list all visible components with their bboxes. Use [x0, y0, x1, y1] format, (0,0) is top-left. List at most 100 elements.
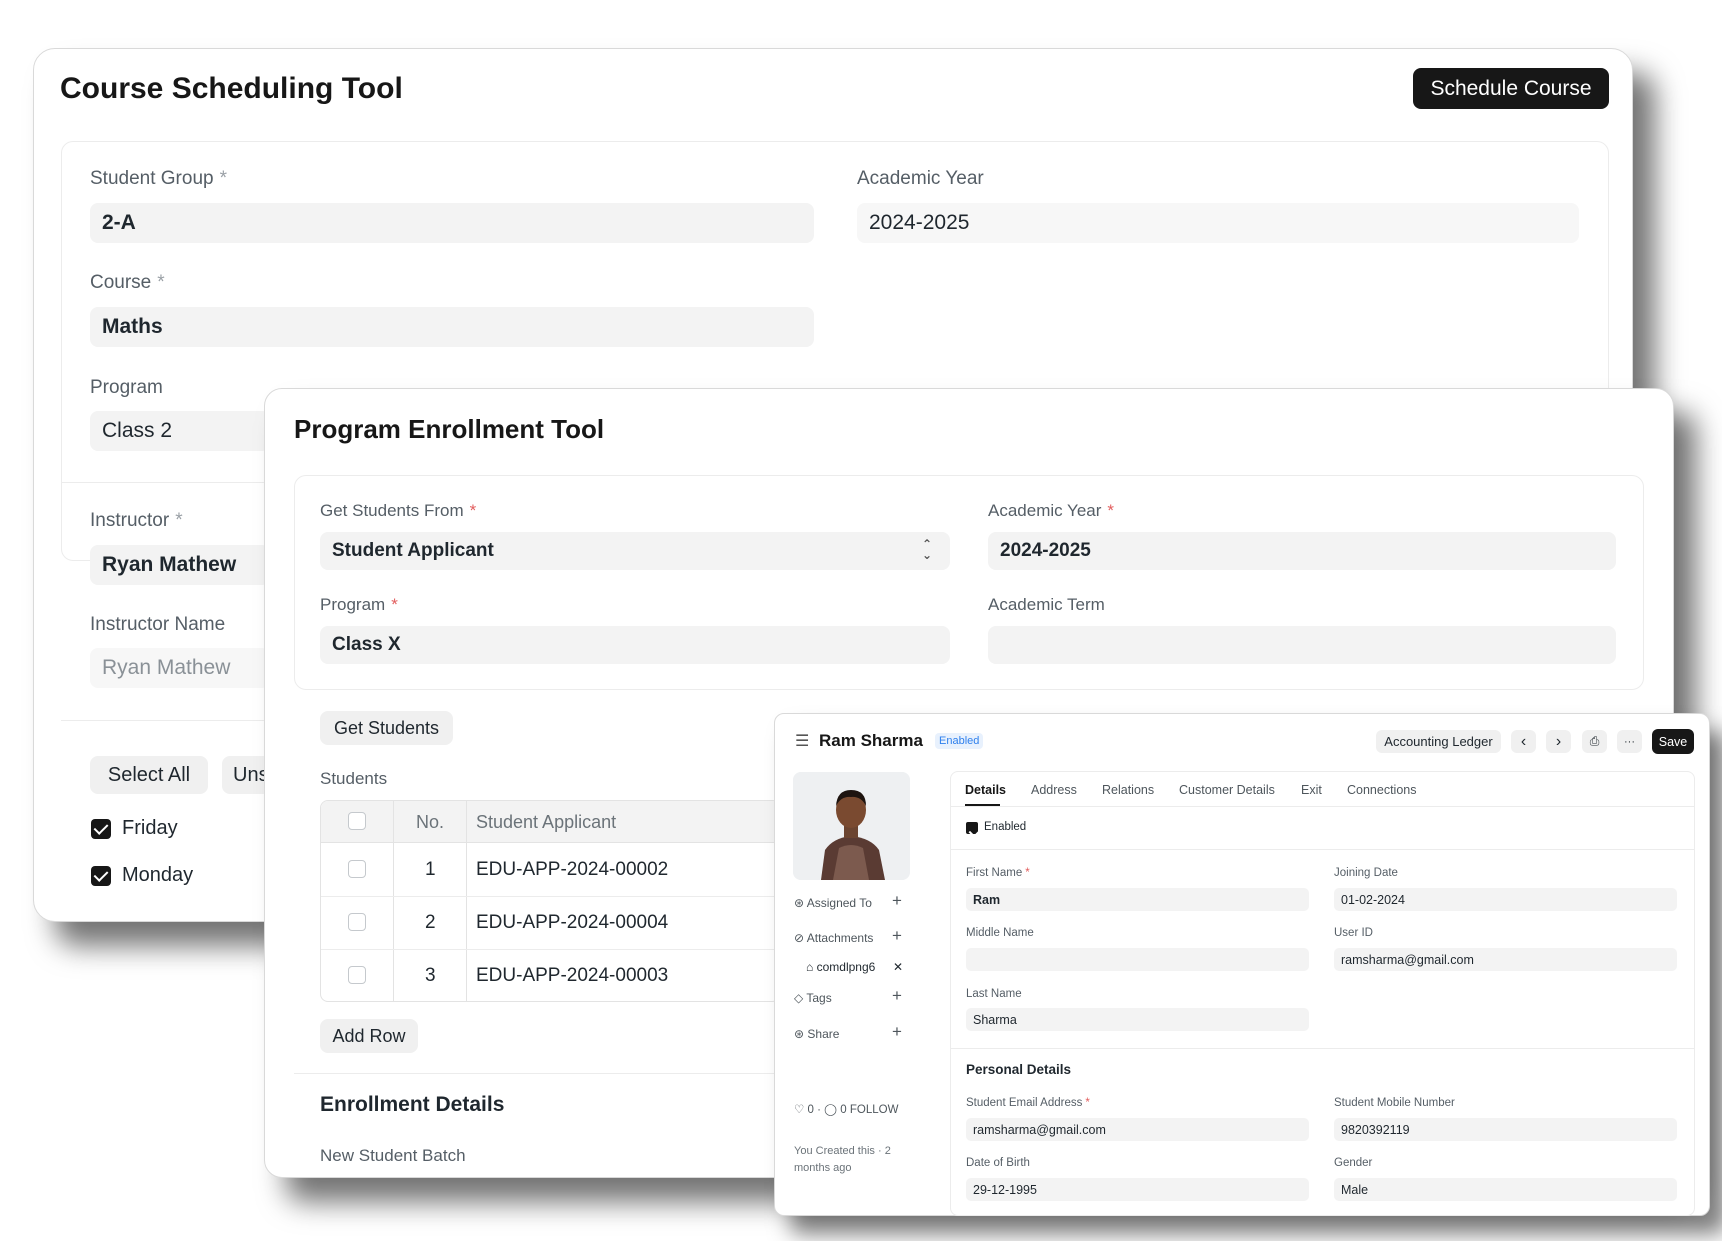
first-name-field[interactable]: Ram	[966, 888, 1309, 911]
add-share-icon[interactable]: +	[892, 1022, 902, 1042]
enabled-checkbox[interactable]	[966, 822, 978, 834]
hamburger-menu-icon[interactable]: ☰	[795, 731, 809, 751]
row-applicant[interactable]: EDU-APP-2024-00003	[476, 965, 668, 987]
friday-label: Friday	[122, 817, 178, 839]
dob-label: Date of Birth	[966, 1157, 1030, 1169]
program-field[interactable]: Class 2	[90, 411, 270, 451]
row-no: 2	[425, 912, 436, 933]
table-col-divider	[466, 801, 467, 1001]
tags-label: Tags	[806, 991, 832, 1005]
share-icon: ⊛	[794, 1027, 805, 1041]
assign-icon: ⊛	[794, 896, 805, 910]
user-id-label: User ID	[1334, 927, 1373, 939]
get-students-button[interactable]: Get Students	[320, 711, 453, 745]
row-checkbox[interactable]	[348, 860, 366, 878]
more-options-button[interactable]: ···	[1617, 730, 1642, 753]
row-applicant[interactable]: EDU-APP-2024-00002	[476, 859, 668, 881]
unselect-all-button[interactable]: Uns	[222, 756, 266, 794]
student-main-card	[950, 771, 1695, 1216]
enrollment-divider	[294, 1073, 774, 1074]
scheduling-divider	[61, 482, 266, 483]
add-row-button[interactable]: Add Row	[320, 1019, 418, 1053]
student-group-label: Student Group *	[90, 168, 227, 189]
share-item[interactable]: ⊛ Share	[794, 1027, 839, 1041]
row-no: 3	[425, 965, 436, 986]
tags-item[interactable]: ◇ Tags	[794, 991, 832, 1005]
get-students-from-label: Get Students From *	[320, 501, 477, 520]
row-divider	[321, 896, 779, 897]
students-label: Students	[320, 769, 388, 788]
tab-details[interactable]: Details	[965, 783, 1006, 797]
enroll-academic-year-field[interactable]: 2024-2025	[988, 532, 1616, 570]
gender-field[interactable]: Male	[1334, 1178, 1677, 1201]
student-mobile-field[interactable]: 9820392119	[1334, 1118, 1677, 1141]
heart-icon[interactable]: ♡	[794, 1104, 804, 1116]
follow-link[interactable]: FOLLOW	[850, 1104, 899, 1116]
row-no: 1	[425, 859, 436, 880]
personal-details-heading: Personal Details	[966, 1062, 1072, 1077]
last-name-field[interactable]: Sharma	[966, 1008, 1309, 1031]
row-checkbox[interactable]	[348, 966, 366, 984]
student-avatar[interactable]	[793, 772, 910, 880]
select-all-rows-checkbox[interactable]	[348, 812, 366, 830]
created-info-line1: You Created this · 2	[794, 1145, 891, 1157]
student-name-title: Ram Sharma	[819, 731, 923, 750]
status-badge: Enabled	[935, 733, 984, 749]
add-assignee-icon[interactable]: +	[892, 891, 902, 911]
instructor-field[interactable]: Ryan Mathew	[90, 545, 270, 585]
likes-count: 0	[807, 1104, 814, 1116]
course-scheduling-title: Course Scheduling Tool	[60, 72, 403, 105]
student-email-field[interactable]: ramsharma@gmail.com	[966, 1118, 1309, 1141]
share-label: Share	[807, 1027, 840, 1041]
prev-record-icon[interactable]: ‹	[1511, 730, 1536, 753]
print-icon[interactable]: ⎙	[1582, 730, 1607, 753]
select-arrows-icon: ⌃ ⌄	[921, 537, 932, 562]
attachments-item[interactable]: ⊘ Attachments	[794, 931, 873, 945]
comment-icon[interactable]: ◯	[824, 1104, 837, 1116]
accounting-ledger-button[interactable]: Accounting Ledger	[1376, 730, 1501, 753]
section-divider	[950, 1048, 1695, 1049]
schedule-course-button[interactable]: Schedule Course	[1413, 68, 1609, 109]
add-attachment-icon[interactable]: +	[892, 926, 902, 946]
enroll-program-field[interactable]: Class X	[320, 626, 950, 664]
enroll-academic-year-label: Academic Year *	[988, 501, 1115, 520]
row-divider	[321, 949, 779, 950]
assigned-to-label: Assigned To	[806, 896, 872, 910]
gender-label: Gender	[1334, 1157, 1373, 1169]
remove-attachment-icon[interactable]: ✕	[893, 960, 903, 974]
students-table: No. Student Applicant 1 EDU-APP-2024-000…	[320, 800, 780, 1002]
last-name-label: Last Name	[966, 988, 1022, 1000]
row-applicant[interactable]: EDU-APP-2024-00004	[476, 912, 668, 934]
middle-name-field[interactable]	[966, 948, 1309, 971]
student-group-field[interactable]: 2-A	[90, 203, 814, 243]
tab-connections[interactable]: Connections	[1347, 783, 1417, 797]
academic-term-field[interactable]	[988, 626, 1616, 664]
select-all-button[interactable]: Select All	[90, 756, 208, 794]
tag-icon: ◇	[794, 991, 804, 1005]
next-record-icon[interactable]: ›	[1546, 730, 1571, 753]
course-field[interactable]: Maths	[90, 307, 814, 347]
first-name-label: First Name *	[966, 867, 1030, 879]
assigned-to-item[interactable]: ⊛ Assigned To	[794, 896, 872, 910]
attachment-file[interactable]: ⌂ comdlpng6	[806, 960, 875, 974]
tab-exit[interactable]: Exit	[1301, 783, 1322, 797]
academic-year-field[interactable]: 2024-2025	[857, 203, 1579, 243]
tab-customer-details[interactable]: Customer Details	[1179, 783, 1275, 797]
row-checkbox[interactable]	[348, 913, 366, 931]
get-students-from-select[interactable]: Student Applicant ⌃ ⌄	[320, 532, 950, 570]
created-info-line2: months ago	[794, 1162, 852, 1174]
save-button[interactable]: Save	[1652, 729, 1694, 754]
tab-relations[interactable]: Relations	[1102, 783, 1154, 797]
monday-checkbox[interactable]	[91, 866, 111, 886]
joining-date-field[interactable]: 01-02-2024	[1334, 888, 1677, 911]
tab-address[interactable]: Address	[1031, 783, 1077, 797]
attachment-file-name: comdlpng6	[816, 960, 876, 974]
section-divider	[950, 849, 1695, 850]
add-tag-icon[interactable]: +	[892, 986, 902, 1006]
friday-checkbox[interactable]	[91, 819, 111, 839]
user-id-field[interactable]: ramsharma@gmail.com	[1334, 948, 1677, 971]
program-enrollment-title: Program Enrollment Tool	[294, 414, 605, 444]
col-no-header: No.	[416, 812, 445, 832]
attachments-label: Attachments	[806, 931, 874, 945]
dob-field[interactable]: 29-12-1995	[966, 1178, 1309, 1201]
